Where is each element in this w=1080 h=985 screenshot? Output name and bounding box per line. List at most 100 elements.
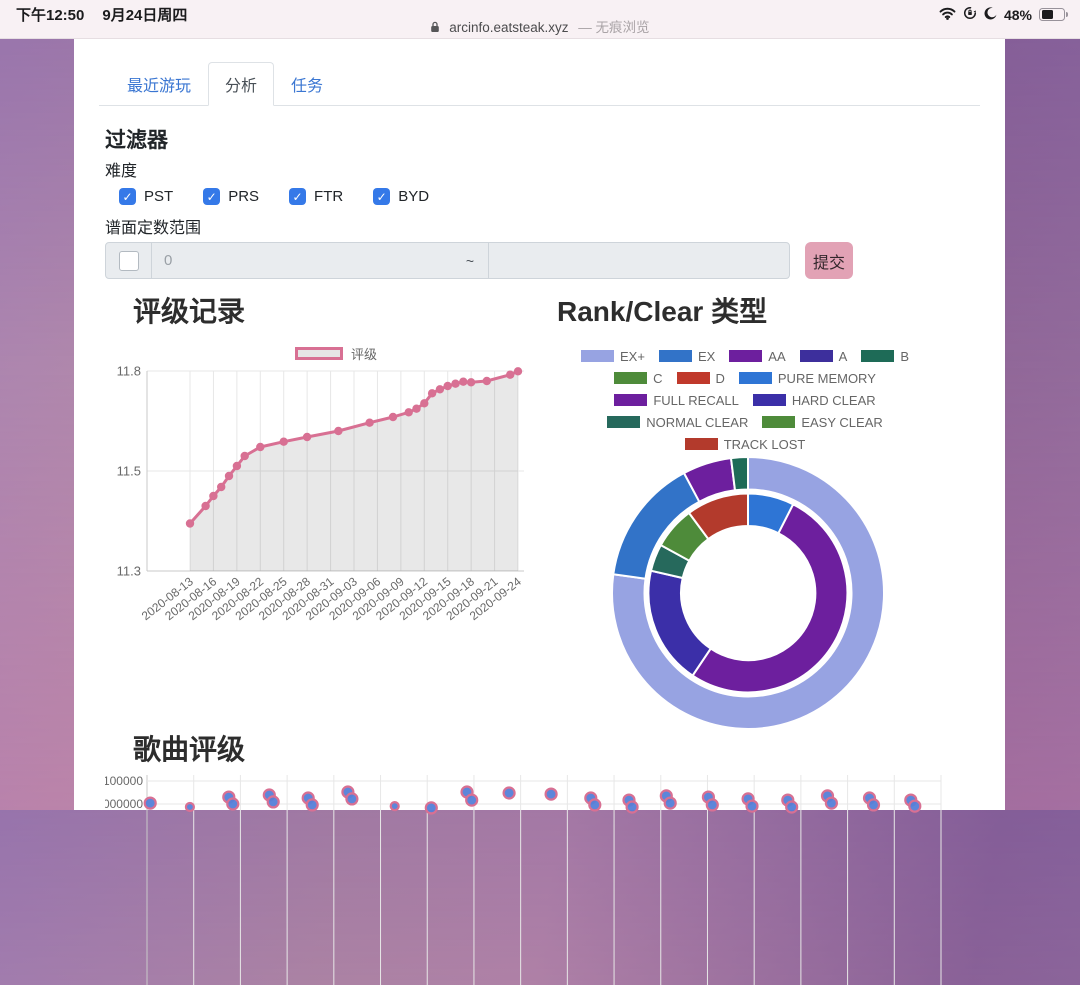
data-point[interactable]	[420, 399, 428, 407]
rating-line-chart[interactable]: 11.811.511.32020-08-132020-08-162020-08-…	[105, 330, 550, 660]
data-point[interactable]	[412, 405, 420, 413]
address-bar[interactable]: arcinfo.eatsteak.xyz — 无痕浏览	[0, 16, 1080, 36]
data-point[interactable]	[280, 438, 288, 446]
pie-slice-b[interactable]	[731, 457, 748, 490]
data-point[interactable]	[665, 798, 676, 809]
data-point[interactable]	[483, 377, 491, 385]
data-point[interactable]	[459, 378, 467, 386]
range-enable-checkbox[interactable]	[119, 251, 139, 271]
difficulty-checkbox-pst[interactable]: ✓PST	[119, 188, 173, 205]
legend-label: C	[653, 371, 662, 386]
legend-item-aa[interactable]: AA	[729, 349, 785, 363]
rank-clear-doughnut[interactable]	[605, 450, 895, 740]
data-point[interactable]	[225, 472, 233, 480]
data-point[interactable]	[444, 382, 452, 390]
submit-button[interactable]: 提交	[805, 242, 853, 279]
data-point[interactable]	[233, 462, 241, 470]
y-tick-label: 11.3	[117, 564, 141, 579]
data-point[interactable]	[436, 385, 444, 393]
data-point[interactable]	[303, 433, 311, 441]
data-point[interactable]	[268, 796, 279, 807]
ipad-screen: { "status_bar": { "time": "下午12:50", "da…	[0, 0, 1080, 810]
data-point[interactable]	[826, 798, 837, 809]
difficulty-checkbox-ftr[interactable]: ✓FTR	[289, 188, 343, 205]
legend-item-a[interactable]: A	[800, 349, 848, 363]
data-point[interactable]	[426, 802, 437, 813]
legend-item-easy-clear[interactable]: EASY CLEAR	[762, 415, 882, 429]
legend-item-b[interactable]: B	[861, 349, 909, 363]
data-point[interactable]	[145, 798, 156, 809]
tab-recent-plays[interactable]: 最近游玩	[110, 62, 208, 106]
checkbox-label: PST	[144, 188, 173, 205]
legend-item-c[interactable]: C	[614, 371, 662, 385]
legend-swatch	[614, 394, 647, 406]
data-point[interactable]	[466, 795, 477, 806]
tab-analysis[interactable]: 分析	[208, 62, 274, 106]
rotation-lock-icon	[963, 6, 977, 23]
legend-item-track-lost[interactable]: TRACK LOST	[685, 437, 806, 451]
legend-label: A	[839, 349, 848, 364]
rating-chart-title: 评级记录	[133, 290, 245, 330]
data-point[interactable]	[504, 788, 515, 799]
data-point[interactable]	[217, 483, 225, 491]
data-point[interactable]	[209, 492, 217, 500]
data-point[interactable]	[786, 802, 797, 813]
data-point[interactable]	[201, 502, 209, 510]
data-point[interactable]	[868, 799, 879, 810]
data-point[interactable]	[428, 389, 436, 397]
padlock-icon	[430, 21, 440, 36]
data-point[interactable]	[334, 427, 342, 435]
legend-label: D	[716, 371, 725, 386]
range-enable-addon	[106, 243, 152, 278]
y-tick-label: 10100000	[105, 774, 143, 788]
data-point[interactable]	[186, 519, 194, 527]
tab-tasks[interactable]: 任务	[274, 62, 340, 106]
range-min-input[interactable]	[152, 243, 452, 278]
rank-clear-legend: EX+EXAAABCDPURE MEMORYFULL RECALLHARD CL…	[500, 349, 990, 459]
legend-item-full-recall[interactable]: FULL RECALL	[614, 393, 739, 407]
legend-item-d[interactable]: D	[677, 371, 725, 385]
legend-label: EX+	[620, 349, 645, 364]
data-point[interactable]	[389, 413, 397, 421]
data-point[interactable]	[405, 408, 413, 416]
data-point[interactable]	[307, 799, 318, 810]
legend-swatch	[762, 416, 795, 428]
data-point[interactable]	[365, 419, 373, 427]
difficulty-checkbox-group: ✓PST✓PRS✓FTR✓BYD	[119, 188, 429, 205]
page-content: 最近游玩分析任务 过滤器 难度 ✓PST✓PRS✓FTR✓BYD 谱面定数范围 …	[74, 38, 1005, 810]
legend-item-explus[interactable]: EX+	[581, 349, 645, 363]
url-text: arcinfo.eatsteak.xyz	[449, 20, 568, 35]
data-point[interactable]	[589, 799, 600, 810]
statusbar-right: 48%	[939, 6, 1068, 23]
checkbox-checked-icon: ✓	[289, 188, 306, 205]
range-separator: ~	[452, 243, 489, 278]
legend-swatch	[739, 372, 772, 384]
rank-chart-title: Rank/Clear 类型	[557, 290, 767, 330]
legend-item-ex[interactable]: EX	[659, 349, 715, 363]
data-point[interactable]	[451, 380, 459, 388]
data-point[interactable]	[241, 452, 249, 460]
difficulty-checkbox-byd[interactable]: ✓BYD	[373, 188, 429, 205]
battery-icon	[1039, 8, 1068, 22]
legend-item-hard-clear[interactable]: HARD CLEAR	[753, 393, 876, 407]
range-max-input[interactable]	[489, 243, 789, 278]
legend-swatch	[581, 350, 614, 362]
data-point[interactable]	[707, 799, 718, 810]
data-point[interactable]	[227, 799, 238, 810]
legend-item-pure-memory[interactable]: PURE MEMORY	[739, 371, 876, 385]
data-point[interactable]	[391, 802, 399, 810]
data-point[interactable]	[627, 802, 638, 813]
difficulty-checkbox-prs[interactable]: ✓PRS	[203, 188, 259, 205]
song-rating-scatter[interactable]: 1010000010000000	[105, 765, 955, 985]
data-point[interactable]	[467, 378, 475, 386]
data-point[interactable]	[346, 793, 357, 804]
data-point[interactable]	[256, 443, 264, 451]
data-point[interactable]	[546, 789, 557, 800]
legend-label: PURE MEMORY	[778, 371, 876, 386]
legend-item-normal-clear[interactable]: NORMAL CLEAR	[607, 415, 748, 429]
legend-row: TRACK LOST	[500, 437, 990, 451]
legend-label: FULL RECALL	[653, 393, 739, 408]
y-tick-label: 11.8	[117, 364, 141, 379]
filter-heading: 过滤器	[105, 124, 168, 154]
checkbox-checked-icon: ✓	[203, 188, 220, 205]
